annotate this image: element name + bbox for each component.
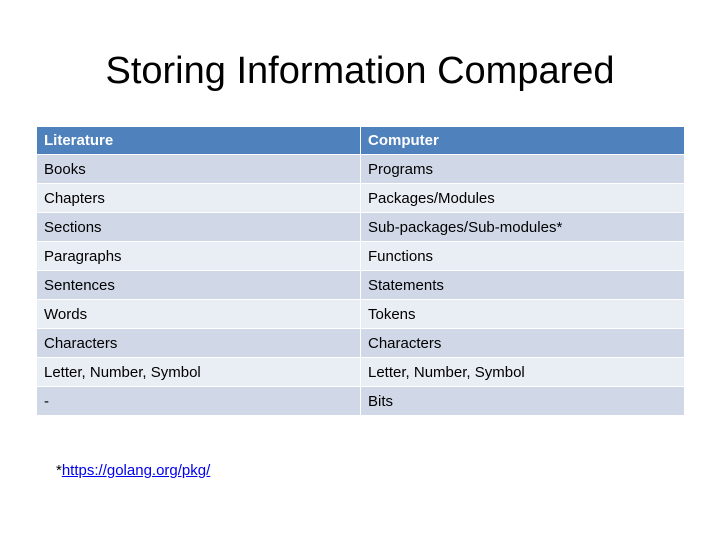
cell-literature: Words: [36, 299, 361, 329]
table-row: Sections Sub-packages/Sub-modules*: [36, 212, 685, 242]
table-row: Characters Characters: [36, 328, 685, 358]
cell-computer: Packages/Modules: [360, 183, 685, 213]
cell-computer: Characters: [360, 328, 685, 358]
cell-computer: Sub-packages/Sub-modules*: [360, 212, 685, 242]
cell-literature: Letter, Number, Symbol: [36, 357, 361, 387]
table-row: - Bits: [36, 386, 685, 416]
cell-computer: Programs: [360, 154, 685, 184]
table-row: Books Programs: [36, 154, 685, 184]
footnote: *https://golang.org/pkg/: [56, 461, 210, 481]
table-row: Sentences Statements: [36, 270, 685, 300]
cell-computer: Bits: [360, 386, 685, 416]
column-header-literature: Literature: [36, 126, 361, 155]
cell-computer: Letter, Number, Symbol: [360, 357, 685, 387]
cell-literature: Characters: [36, 328, 361, 358]
cell-literature: Paragraphs: [36, 241, 361, 271]
table-row: Letter, Number, Symbol Letter, Number, S…: [36, 357, 685, 387]
table-row: Words Tokens: [36, 299, 685, 329]
table-header-row: Literature Computer: [36, 126, 685, 155]
cell-literature: Sections: [36, 212, 361, 242]
cell-literature: Books: [36, 154, 361, 184]
golang-pkg-link[interactable]: https://golang.org/pkg/: [62, 462, 210, 479]
column-header-computer: Computer: [360, 126, 685, 155]
cell-computer: Statements: [360, 270, 685, 300]
cell-literature: -: [36, 386, 361, 416]
slide-title: Storing Information Compared: [105, 50, 615, 92]
cell-computer: Tokens: [360, 299, 685, 329]
table-row: Chapters Packages/Modules: [36, 183, 685, 213]
table-row: Paragraphs Functions: [36, 241, 685, 271]
cell-literature: Chapters: [36, 183, 361, 213]
cell-literature: Sentences: [36, 270, 361, 300]
cell-computer: Functions: [360, 241, 685, 271]
comparison-table: Literature Computer Books Programs Chapt…: [36, 126, 685, 416]
